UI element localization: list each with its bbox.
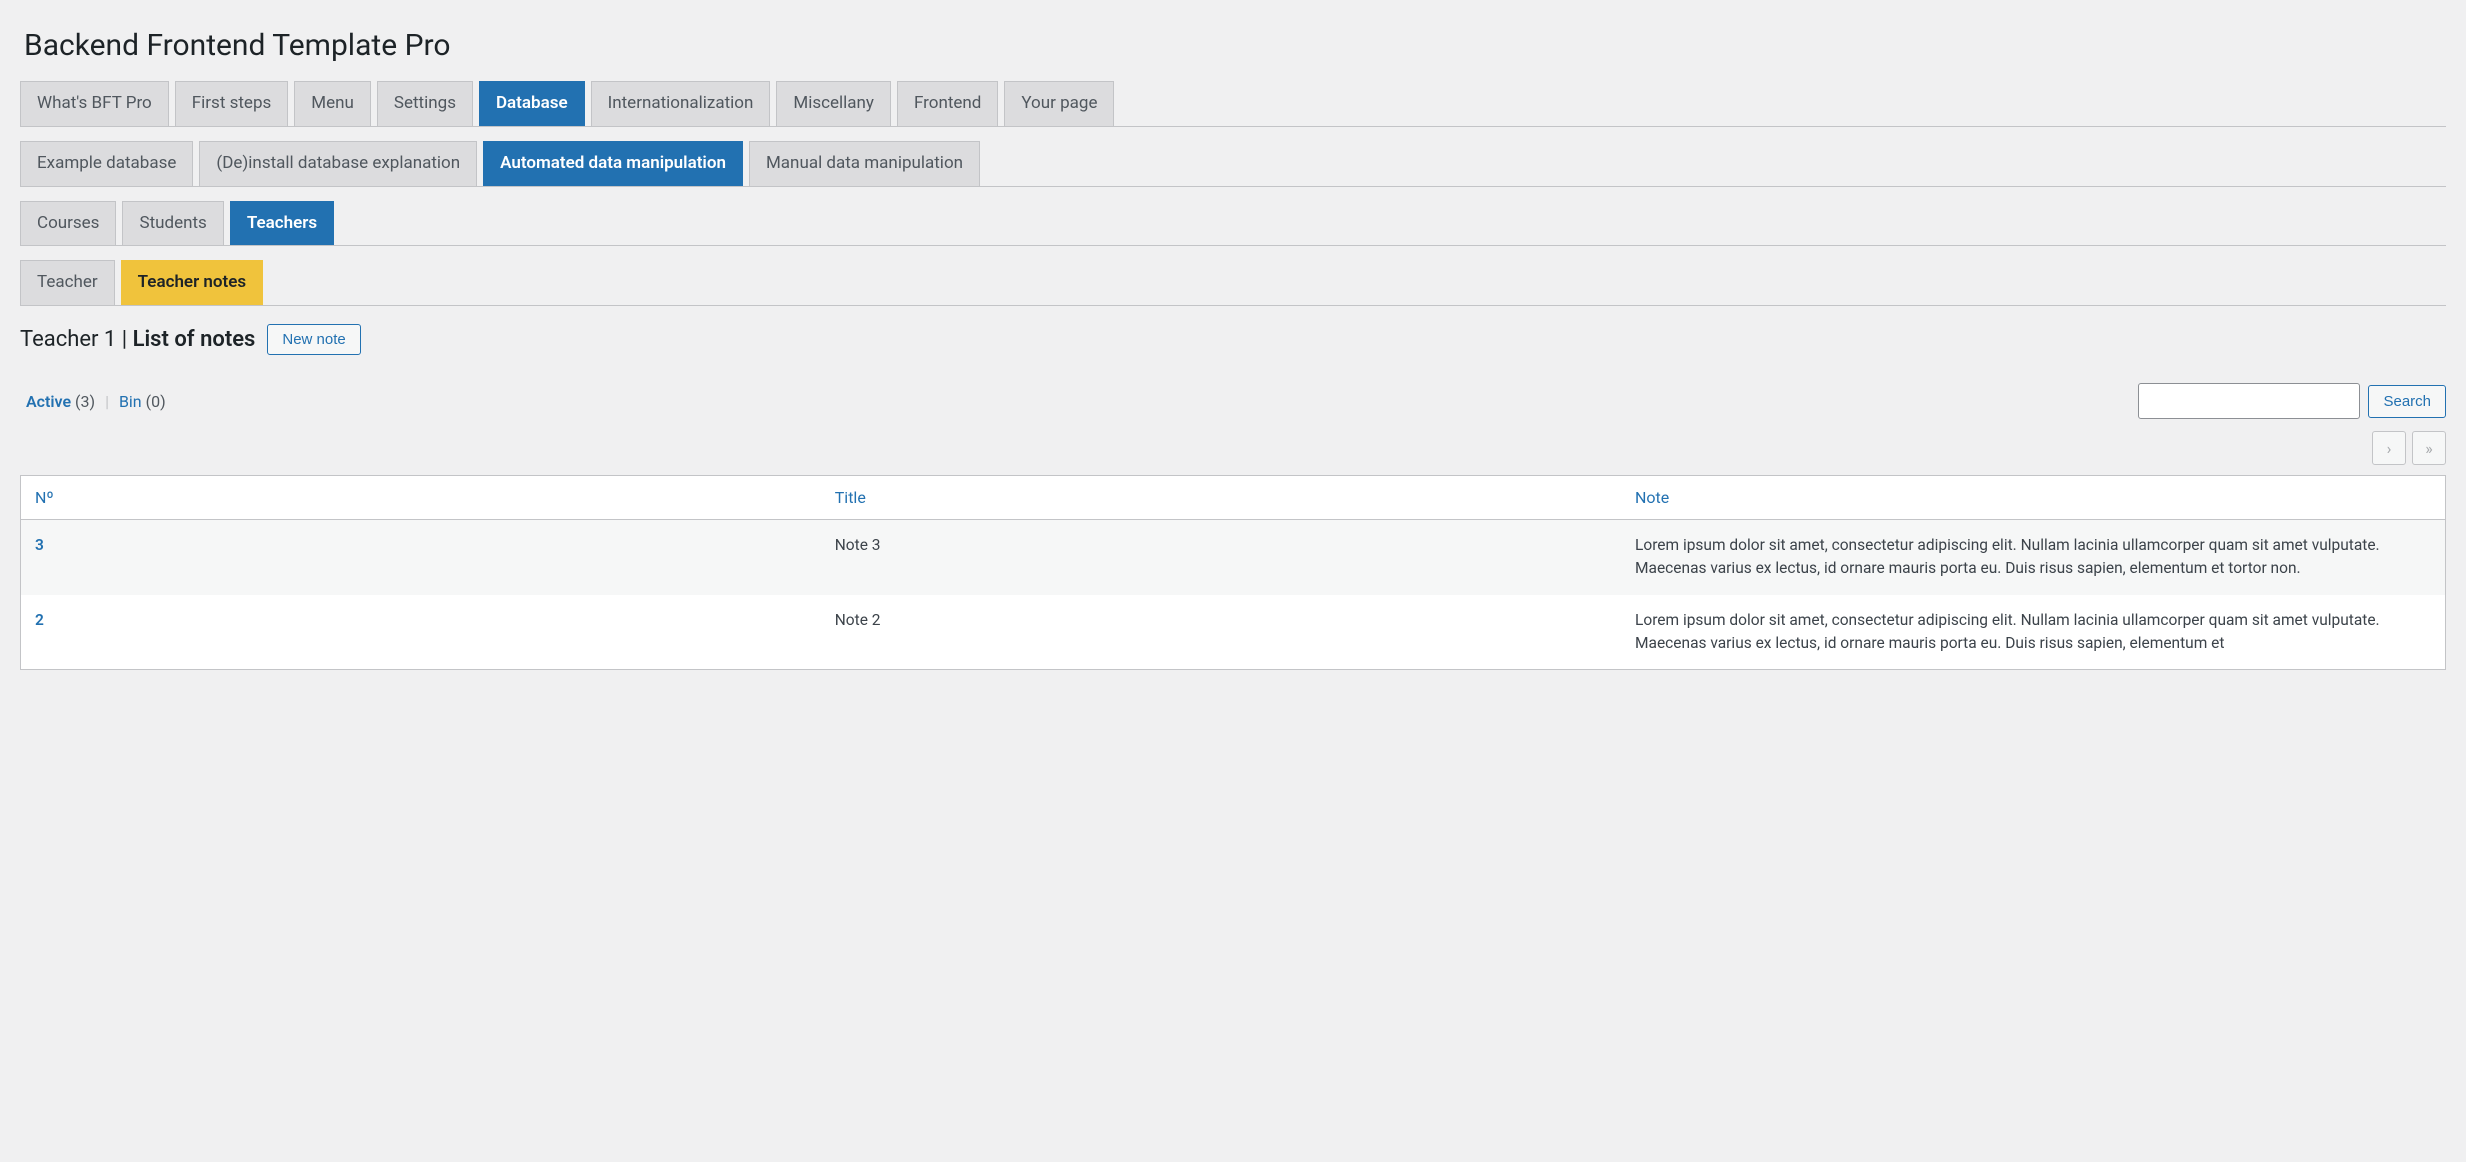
tab-manual-data-manipulation[interactable]: Manual data manipulation — [749, 141, 980, 186]
row-id[interactable]: 2 — [21, 595, 821, 670]
tab-database[interactable]: Database — [479, 81, 585, 126]
col-header-note[interactable]: Note — [1621, 476, 2446, 520]
tab-teacher-notes[interactable]: Teacher notes — [121, 260, 264, 305]
row-title: Note 3 — [821, 520, 1621, 595]
table-row: 3 Note 3 Lorem ipsum dolor sit amet, con… — [21, 520, 2446, 595]
content-header: Teacher 1 | List of notes New note — [20, 320, 2446, 365]
notes-table: Nº Title Note 3 Note 3 Lorem ipsum dolor… — [20, 475, 2446, 670]
pager: › » — [20, 419, 2446, 475]
filter-bin-count: (0) — [146, 392, 166, 411]
search-area: Search — [2138, 383, 2446, 419]
new-note-button[interactable]: New note — [267, 324, 360, 355]
list-bar: Active (3) | Bin (0) Search — [20, 365, 2446, 419]
row-id[interactable]: 3 — [21, 520, 821, 595]
tab-students[interactable]: Students — [122, 201, 223, 246]
row-note: Lorem ipsum dolor sit amet, consectetur … — [1621, 520, 2446, 595]
status-filters: Active (3) | Bin (0) — [26, 392, 166, 411]
tab-internationalization[interactable]: Internationalization — [591, 81, 771, 126]
col-header-num[interactable]: Nº — [21, 476, 821, 520]
filter-bin[interactable]: Bin — [119, 392, 142, 411]
search-input[interactable] — [2138, 383, 2360, 419]
tab-first-steps[interactable]: First steps — [175, 81, 289, 126]
page-title: Backend Frontend Template Pro — [20, 10, 2446, 81]
row-title: Note 2 — [821, 595, 1621, 670]
pager-next-button[interactable]: › — [2372, 431, 2406, 465]
tab-teachers[interactable]: Teachers — [230, 201, 334, 246]
table-row: 2 Note 2 Lorem ipsum dolor sit amet, con… — [21, 595, 2446, 670]
tabs-sub1: Example database (De)install database ex… — [20, 141, 2446, 187]
tab-automated-data-manipulation[interactable]: Automated data manipulation — [483, 141, 743, 186]
tab-deinstall-explanation[interactable]: (De)install database explanation — [199, 141, 477, 186]
filter-separator: | — [105, 392, 109, 411]
pager-last-button[interactable]: » — [2412, 431, 2446, 465]
tab-example-database[interactable]: Example database — [20, 141, 193, 186]
tab-menu[interactable]: Menu — [294, 81, 371, 126]
tabs-main: What's BFT Pro First steps Menu Settings… — [20, 81, 2446, 127]
filter-active-count: (3) — [75, 392, 95, 411]
search-button[interactable]: Search — [2368, 385, 2446, 418]
tab-teacher[interactable]: Teacher — [20, 260, 115, 305]
content-header-prefix: Teacher 1 | — [20, 327, 133, 352]
tabs-sub2: Courses Students Teachers — [20, 201, 2446, 247]
tabs-sub3: Teacher Teacher notes — [20, 260, 2446, 306]
row-note: Lorem ipsum dolor sit amet, consectetur … — [1621, 595, 2446, 670]
tab-settings[interactable]: Settings — [377, 81, 473, 126]
tab-courses[interactable]: Courses — [20, 201, 116, 246]
tab-your-page[interactable]: Your page — [1004, 81, 1114, 126]
filter-active[interactable]: Active — [26, 392, 71, 411]
content-header-strong: List of notes — [133, 327, 256, 352]
tab-frontend[interactable]: Frontend — [897, 81, 998, 126]
tab-whats-bft-pro[interactable]: What's BFT Pro — [20, 81, 169, 126]
tab-miscellany[interactable]: Miscellany — [776, 81, 891, 126]
col-header-title[interactable]: Title — [821, 476, 1621, 520]
content-header-title: Teacher 1 | List of notes — [20, 327, 255, 352]
